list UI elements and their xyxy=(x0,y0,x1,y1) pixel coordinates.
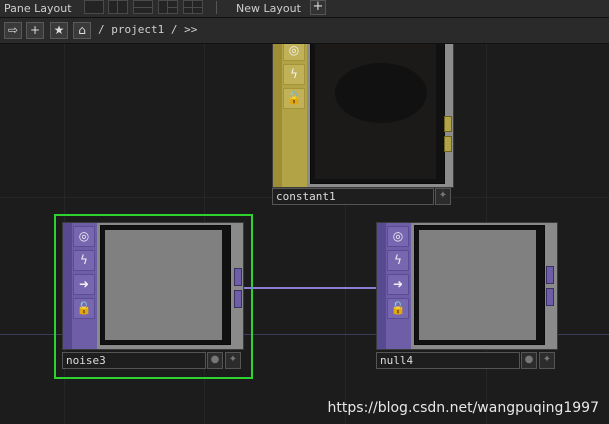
home-button[interactable]: ⌂ xyxy=(73,22,91,39)
node-input-strip xyxy=(63,223,72,349)
node-preview-image xyxy=(315,44,436,179)
node-viewer xyxy=(310,44,445,184)
node-name-label[interactable]: noise3 xyxy=(62,352,206,369)
node-viewer xyxy=(414,225,545,345)
output-connector[interactable] xyxy=(444,116,452,132)
network-path[interactable]: / project1 / >> xyxy=(98,23,197,36)
watermark-text: https://blog.csdn.net/wangpuqing1997 xyxy=(327,400,599,416)
node-options-button[interactable]: ✦ xyxy=(225,352,241,369)
cook-flag-icon[interactable]: ϟ xyxy=(283,64,305,85)
cook-flag-icon[interactable]: ϟ xyxy=(73,250,95,271)
preview-shape xyxy=(335,63,427,123)
pane-layout-bar: Pane Layout New Layout + xyxy=(0,0,609,18)
export-flag-icon[interactable]: ➜ xyxy=(387,274,409,295)
output-connector[interactable] xyxy=(546,288,554,306)
node-display-button[interactable]: ● xyxy=(521,352,537,369)
node-display-button[interactable]: ● xyxy=(207,352,223,369)
pane-layout-hsplit-icon[interactable] xyxy=(133,0,153,14)
divider xyxy=(216,1,217,14)
node-connection-wire[interactable] xyxy=(244,287,378,289)
add-button[interactable]: + xyxy=(26,22,44,39)
pane-layout-quad-icon[interactable] xyxy=(183,0,203,14)
new-layout-add-button[interactable]: + xyxy=(310,0,326,15)
node-options-button[interactable]: ✦ xyxy=(539,352,555,369)
arrow-right-icon: ⇨ xyxy=(7,23,19,37)
lock-flag-icon[interactable]: 🔓 xyxy=(387,298,409,319)
node-flag-panel: ◎ ϟ 🔓 xyxy=(273,44,307,187)
bookmark-button[interactable]: ★ xyxy=(50,22,68,39)
output-connector[interactable] xyxy=(546,266,554,284)
pane-layout-three-icon[interactable] xyxy=(158,0,178,14)
node-preview-image xyxy=(105,230,222,340)
lock-flag-icon[interactable]: 🔓 xyxy=(283,88,305,109)
viewer-flag-icon[interactable]: ◎ xyxy=(283,44,305,61)
node-name-label[interactable]: constant1 xyxy=(272,188,434,205)
pane-layout-single-icon[interactable] xyxy=(84,0,104,14)
node-input-strip xyxy=(273,44,282,187)
network-path-bar: ⇨ + ★ ⌂ / project1 / >> xyxy=(0,18,609,44)
lock-flag-icon[interactable]: 🔓 xyxy=(73,298,95,319)
export-flag-icon[interactable]: ➜ xyxy=(73,274,95,295)
home-icon: ⌂ xyxy=(78,23,86,37)
node-preview-image xyxy=(419,230,536,340)
node-flag-panel: ◎ ϟ ➜ 🔓 xyxy=(63,223,97,349)
back-button[interactable]: ⇨ xyxy=(4,22,22,39)
node-options-button[interactable]: ✦ xyxy=(435,188,451,205)
output-connector[interactable] xyxy=(444,136,452,152)
pane-layout-vsplit-icon[interactable] xyxy=(108,0,128,14)
cook-flag-icon[interactable]: ϟ xyxy=(387,250,409,271)
star-icon: ★ xyxy=(53,23,65,37)
node-flag-panel: ◎ ϟ ➜ 🔓 xyxy=(377,223,411,349)
node-input-strip xyxy=(377,223,386,349)
new-layout-label: New Layout xyxy=(236,2,301,15)
network-editor[interactable]: ◎ ϟ 🔓 constant1 ✦ ◎ ϟ ➜ 🔓 noise3 ● ✦ ◎ ϟ… xyxy=(0,44,609,424)
node-name-label[interactable]: null4 xyxy=(376,352,520,369)
output-connector[interactable] xyxy=(234,268,242,286)
output-connector[interactable] xyxy=(234,290,242,308)
pane-layout-label: Pane Layout xyxy=(4,2,72,15)
viewer-flag-icon[interactable]: ◎ xyxy=(73,226,95,247)
viewer-flag-icon[interactable]: ◎ xyxy=(387,226,409,247)
node-viewer xyxy=(100,225,231,345)
